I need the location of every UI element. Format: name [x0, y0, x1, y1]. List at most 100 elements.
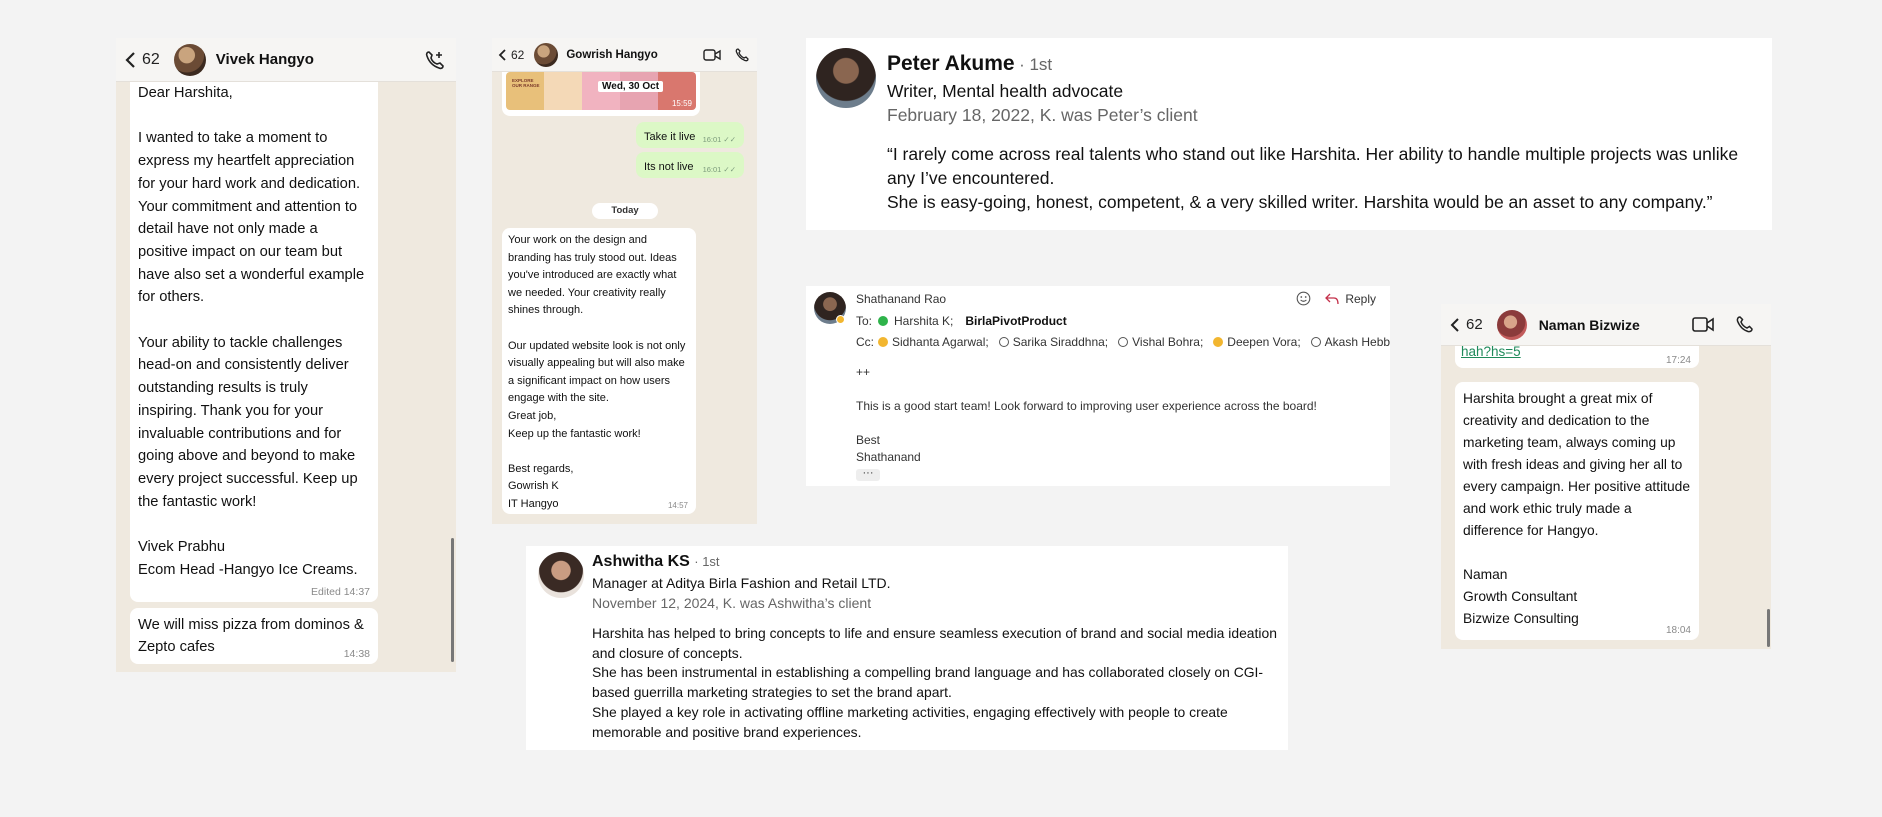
message-time: 14:38	[343, 648, 370, 660]
message-time: 17:24	[1665, 355, 1691, 366]
message-time: 18:04	[1665, 625, 1691, 636]
image-message[interactable]: EXPLORE OUR RANGE Wed, 30 Oct 15:59	[502, 72, 700, 116]
outgoing-message[interactable]: Its not live 16:01 ✓✓	[636, 152, 744, 178]
recommender-name[interactable]: Ashwitha KS	[592, 553, 690, 570]
recommendation-text: “I rarely come across real talents who s…	[887, 142, 1757, 214]
recommendation-ashwitha: Ashwitha KS · 1st Manager at Aditya Birl…	[526, 546, 1288, 750]
video-call-icon[interactable]	[1692, 317, 1714, 332]
contact-name[interactable]: Vivek Hangyo	[216, 51, 424, 68]
recommendation-line: She has been instrumental in establishin…	[592, 664, 1264, 701]
connection-degree: · 1st	[694, 554, 720, 569]
message-text: Take it live	[644, 131, 696, 143]
recommendation-line: “I rarely come across real talents who s…	[887, 144, 1739, 188]
recipient[interactable]: Harshita K;	[894, 314, 953, 328]
to-row: To: Harshita K; BirlaPivotProduct	[856, 314, 1067, 328]
avatar[interactable]	[534, 42, 559, 67]
link-message[interactable]: hah?hs=5 17:24	[1455, 344, 1699, 368]
chat-header: 62 Vivek Hangyo	[116, 38, 456, 82]
recommender-name[interactable]: Peter Akume	[887, 52, 1015, 75]
chat-header: 62 Naman Bizwize	[1441, 304, 1771, 346]
chevron-left-icon	[125, 51, 135, 68]
recommendation-line: She is easy-going, honest, competent, & …	[887, 192, 1713, 212]
chat-gowrish: 62 Gowrish Hangyo EXPLORE OUR RANGE Wed,…	[492, 38, 757, 524]
presence-away-icon	[878, 337, 888, 347]
message-bubble[interactable]: Dear Harshita, I wanted to take a moment…	[130, 82, 378, 602]
avatar[interactable]	[816, 48, 876, 108]
back-button[interactable]: 62	[124, 51, 160, 69]
message-meta: Edited 14:37	[311, 586, 370, 598]
presence-offline-icon	[998, 337, 1009, 347]
email-body: ++ This is a good start team! Look forwa…	[856, 365, 1317, 464]
presence-offline-icon	[1310, 337, 1321, 347]
presence-away-icon	[836, 315, 845, 324]
back-count: 62	[1466, 316, 1483, 333]
sender-row: Shathanand Rao Reply	[856, 291, 1376, 306]
image-time: 15:59	[671, 99, 692, 108]
relationship-date: November 12, 2024, K. was Ashwitha’s cli…	[592, 595, 872, 611]
image-badge: EXPLORE OUR RANGE	[512, 78, 540, 88]
image-thumbnail[interactable]: EXPLORE OUR RANGE Wed, 30 Oct 15:59	[506, 72, 696, 110]
outgoing-message[interactable]: Take it live 16:01 ✓✓	[636, 122, 744, 148]
phone-icon[interactable]	[1736, 316, 1753, 333]
recommendation-line: She played a key role in activating offl…	[592, 703, 1228, 740]
reply-icon	[1325, 293, 1339, 304]
message-link[interactable]: hah?hs=5	[1461, 344, 1521, 359]
recommendation-line: Harshita has helped to bring concepts to…	[592, 625, 1277, 661]
chat-naman: 62 Naman Bizwize hah?hs=5 17:24 Harshita…	[1441, 304, 1771, 649]
relationship-date: February 18, 2022, K. was Peter’s client	[887, 105, 1198, 125]
email-card: Shathanand Rao Reply To: Harshita K; Bir…	[806, 286, 1390, 486]
message-time: 16:01 ✓✓	[702, 165, 736, 174]
message-time: 16:01 ✓✓	[702, 135, 736, 144]
message-text: Harshita brought a great mix of creativi…	[1463, 391, 1690, 626]
connection-degree: · 1st	[1019, 55, 1053, 74]
reply-label: Reply	[1345, 291, 1376, 306]
message-bubble[interactable]: Harshita brought a great mix of creativi…	[1455, 382, 1699, 640]
message-text: Your work on the design and branding has…	[508, 234, 686, 510]
add-call-icon[interactable]	[424, 49, 446, 71]
avatar[interactable]	[1496, 309, 1527, 340]
contact-name[interactable]: Naman Bizwize	[1539, 317, 1692, 333]
message-text: Dear Harshita, I wanted to take a moment…	[138, 85, 365, 578]
presence-available-icon	[878, 316, 889, 326]
cc-recipient[interactable]: Deepen Vora;	[1227, 335, 1300, 349]
video-call-icon[interactable]	[703, 48, 721, 61]
contact-name[interactable]: Gowrish Hangyo	[566, 49, 703, 61]
scrollbar[interactable]	[1767, 609, 1770, 647]
message-bubble-2[interactable]: We will miss pizza from dominos & Zepto …	[130, 608, 378, 664]
back-button[interactable]: 62	[1449, 316, 1483, 333]
presence-unknown-icon	[1118, 337, 1129, 347]
message-text: Its not live	[644, 161, 694, 173]
headline: Manager at Aditya Birla Fashion and Reta…	[592, 575, 891, 591]
scrollbar[interactable]	[451, 538, 454, 662]
message-text: We will miss pizza from dominos & Zepto …	[138, 617, 364, 655]
recommendation-peter: Peter Akume · 1st Writer, Mental health …	[806, 38, 1772, 230]
chat-header: 62 Gowrish Hangyo	[492, 38, 757, 72]
sender-name[interactable]: Shathanand Rao	[856, 292, 946, 306]
cc-recipient[interactable]: Akash Hebbar;	[1325, 335, 1390, 349]
back-count: 62	[142, 50, 160, 68]
chat-vivek: 62 Vivek Hangyo Dear Harshita, I wanted …	[116, 38, 456, 672]
message-bubble[interactable]: Your work on the design and branding has…	[502, 228, 696, 514]
message-time: 14:57	[667, 501, 688, 510]
recipient-group[interactable]: BirlaPivotProduct	[965, 314, 1066, 328]
chevron-left-icon	[1450, 317, 1459, 332]
avatar[interactable]	[538, 552, 584, 598]
show-more-button[interactable]: ···	[856, 468, 880, 481]
back-button[interactable]: 62	[498, 48, 524, 62]
cc-row: Cc: Sidhanta Agarwal; Sarika Siraddhna; …	[856, 335, 1390, 349]
cc-recipient[interactable]: Sidhanta Agarwal;	[892, 335, 989, 349]
day-separator: Today	[592, 203, 658, 219]
headline: Writer, Mental health advocate	[887, 81, 1124, 101]
reply-button[interactable]: Reply	[1325, 292, 1376, 306]
back-count: 62	[511, 47, 525, 62]
cc-recipient[interactable]: Sarika Siraddhna;	[1013, 335, 1108, 349]
avatar[interactable]	[173, 43, 206, 76]
recommendation-text: Harshita has helped to bring concepts to…	[592, 624, 1282, 742]
phone-icon[interactable]	[735, 47, 749, 62]
chevron-left-icon	[498, 48, 506, 61]
presence-away-icon	[1213, 337, 1224, 347]
cc-recipient[interactable]: Vishal Bohra;	[1132, 335, 1203, 349]
to-label: To:	[856, 314, 873, 328]
emoji-icon[interactable]	[1296, 291, 1311, 306]
cc-label: Cc:	[856, 335, 874, 349]
